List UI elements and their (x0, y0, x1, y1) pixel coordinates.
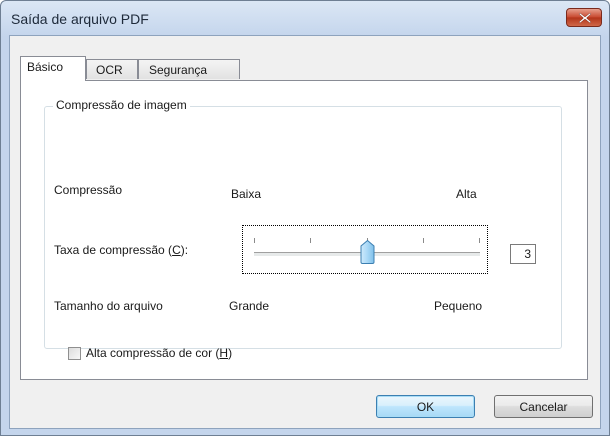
high-color-compression-label[interactable]: Alta compressão de cor (H) (86, 346, 232, 360)
close-icon (579, 13, 591, 23)
cancel-button[interactable]: Cancelar (494, 395, 593, 418)
slider-tick (310, 238, 311, 243)
compression-rate-label: Taxa de compressão (C): (54, 243, 189, 257)
slider-tick (423, 238, 424, 243)
large-label: Grande (229, 299, 270, 313)
close-button[interactable] (566, 8, 602, 27)
file-size-label: Tamanho do arquivo (54, 299, 163, 313)
pdf-output-dialog: Saída de arquivo PDF Básico OCR Seguranç… (0, 0, 610, 436)
tab-seguranca[interactable]: Segurança (138, 59, 240, 79)
tab-panel-basico: Compressão de imagem Compressão Baixa Al… (20, 80, 588, 380)
slider-tick (479, 238, 480, 243)
title-bar[interactable]: Saída de arquivo PDF (1, 1, 609, 35)
ok-button[interactable]: OK (376, 395, 475, 418)
slider-tick (254, 238, 255, 243)
group-title: Compressão de imagem (53, 98, 190, 112)
dialog-client-area: Básico OCR Segurança Compressão de image… (9, 35, 601, 429)
small-label: Pequeno (434, 299, 483, 313)
low-label: Baixa (231, 187, 262, 201)
slider-thumb[interactable] (360, 240, 375, 264)
high-color-compression-checkbox[interactable] (68, 347, 81, 360)
compression-label: Compressão (54, 183, 123, 197)
tab-basico[interactable]: Básico (20, 56, 86, 81)
window-title: Saída de arquivo PDF (11, 11, 149, 27)
compression-rate-slider[interactable] (242, 225, 488, 274)
tab-ocr[interactable]: OCR (86, 59, 138, 79)
high-label: Alta (456, 187, 477, 201)
compression-rate-value[interactable]: 3 (510, 244, 536, 264)
